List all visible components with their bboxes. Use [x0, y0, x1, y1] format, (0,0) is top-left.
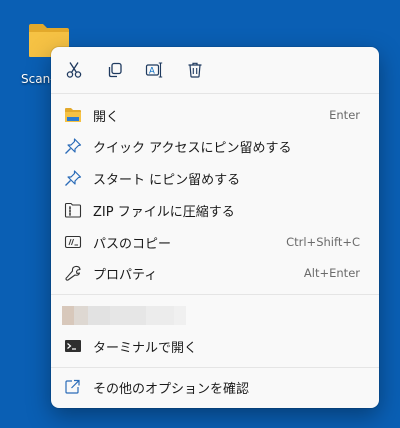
rename-button[interactable]: A: [143, 59, 165, 81]
menu-item-compress-zip[interactable]: ZIP ファイルに圧縮する: [55, 195, 375, 225]
pin-icon: [64, 170, 82, 186]
copy-icon: [108, 62, 122, 78]
menu-item-label: クイック アクセスにピン留めする: [93, 140, 292, 156]
trash-icon: [188, 62, 202, 78]
scissors-icon: [66, 62, 82, 78]
menu-item-more-options[interactable]: その他のオプションを確認: [55, 372, 375, 402]
rename-icon: A: [145, 62, 163, 78]
menu-item-pin-start[interactable]: スタート にピン留めする: [55, 163, 375, 193]
separator: [51, 93, 379, 94]
menu-item-shortcut: Ctrl+Shift+C: [286, 235, 360, 249]
menu-item-label: その他のオプションを確認: [93, 381, 250, 397]
redacted-item: [62, 306, 186, 325]
wrench-icon: [64, 265, 82, 281]
menu-item-open[interactable]: 開く Enter: [55, 100, 375, 130]
path-icon: [64, 234, 82, 250]
menu-item-open-terminal[interactable]: ターミナルで開く: [55, 331, 375, 361]
menu-item-label: ZIP ファイルに圧縮する: [93, 204, 235, 220]
folder-label: Scan-: [21, 72, 55, 86]
menu-item-label: パスのコピー: [93, 236, 172, 252]
menu-item-shortcut: Alt+Enter: [303, 266, 360, 280]
menu-item-label: 開く: [93, 109, 120, 125]
menu-item-shortcut: Enter: [329, 108, 360, 122]
zip-icon: [64, 202, 82, 218]
terminal-icon: [64, 338, 82, 354]
menu-item-label: プロパティ: [93, 267, 158, 283]
menu-item-properties[interactable]: プロパティ Alt+Enter: [55, 258, 375, 288]
folder-open-icon: [64, 107, 82, 123]
delete-button[interactable]: [184, 59, 206, 81]
menu-item-label: ターミナルで開く: [93, 340, 198, 356]
quick-action-bar: A: [51, 47, 379, 93]
separator: [51, 367, 379, 368]
menu-item-copy-path[interactable]: パスのコピー Ctrl+Shift+C: [55, 227, 375, 257]
menu-item-pin-quick-access[interactable]: クイック アクセスにピン留めする: [55, 131, 375, 161]
external-link-icon: [64, 379, 82, 395]
context-menu: A 開く Enter クイック アクセスにピン留めする スタート にピン留めする…: [51, 47, 379, 408]
menu-item-label: スタート にピン留めする: [93, 172, 241, 188]
copy-button[interactable]: [104, 59, 126, 81]
svg-text:A: A: [149, 67, 155, 77]
separator: [51, 294, 379, 295]
pin-icon: [64, 138, 82, 154]
cut-button[interactable]: [63, 59, 85, 81]
